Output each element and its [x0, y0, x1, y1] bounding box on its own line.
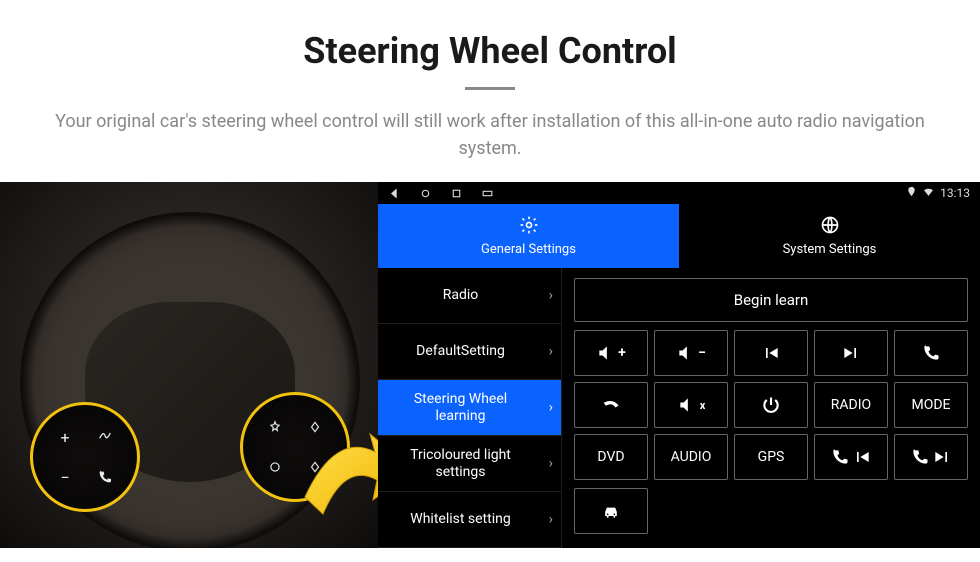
wheel-btn-plus: + [47, 419, 83, 455]
menu-item-steering-wheel-learning[interactable]: Steering Wheel learning › [378, 380, 562, 436]
menu-label: Whitelist setting [410, 511, 510, 528]
func-prev-track[interactable] [734, 330, 808, 376]
func-radio[interactable]: RADIO [814, 382, 888, 428]
page-header: Steering Wheel Control Your original car… [0, 0, 980, 182]
steering-wheel-photo: + − [0, 182, 378, 548]
button-label: RADIO [831, 397, 871, 413]
title-divider [465, 87, 515, 90]
content-row: + − [0, 182, 980, 548]
wheel-btn-circle [257, 449, 293, 485]
wheel-left-cluster: + − [30, 402, 140, 512]
button-label: GPS [758, 449, 785, 465]
next-small-icon [932, 447, 952, 467]
prev-small-icon [852, 447, 872, 467]
menu-item-tricoloured-light[interactable]: Tricoloured light settings › [378, 436, 562, 492]
chevron-right-icon: › [549, 455, 553, 472]
func-hangup[interactable] [574, 382, 648, 428]
tab-general-settings[interactable]: General Settings [378, 204, 679, 268]
menu-item-radio[interactable]: Radio › [378, 268, 562, 324]
wheel-btn-diamond [297, 409, 333, 445]
gps-icon [906, 186, 917, 200]
learn-panel: Begin learn + − [562, 268, 980, 548]
button-label: MODE [912, 397, 951, 413]
wheel-btn-diamond2 [297, 449, 333, 485]
clock: 13:13 [940, 186, 970, 200]
wheel-btn-minus: − [47, 459, 83, 495]
func-phone-prev[interactable] [814, 434, 888, 480]
mute-icon [677, 395, 697, 415]
func-phone-next[interactable] [894, 434, 968, 480]
nav-recents-icon[interactable] [450, 187, 463, 200]
wheel-right-cluster [240, 392, 350, 502]
prev-track-icon [761, 343, 781, 363]
gear-icon [519, 215, 539, 239]
wheel-btn-voice [87, 419, 123, 455]
button-label: DVD [597, 449, 624, 465]
nav-back-icon[interactable] [388, 187, 401, 200]
next-track-icon [841, 343, 861, 363]
func-dvd[interactable]: DVD [574, 434, 648, 480]
page-subtitle: Your original car's steering wheel contr… [40, 108, 940, 162]
phone-icon [921, 343, 941, 363]
menu-label: DefaultSetting [416, 343, 505, 360]
power-icon [761, 395, 781, 415]
chevron-right-icon: › [549, 343, 553, 360]
hangup-icon [601, 395, 621, 415]
func-audio[interactable]: AUDIO [654, 434, 728, 480]
chevron-right-icon: › [549, 399, 553, 416]
func-call[interactable] [894, 330, 968, 376]
tab-system-settings[interactable]: System Settings [679, 204, 980, 268]
func-mode[interactable]: MODE [894, 382, 968, 428]
menu-item-default-setting[interactable]: DefaultSetting › [378, 324, 562, 380]
func-car[interactable] [574, 488, 648, 534]
begin-learn-button[interactable]: Begin learn [574, 278, 968, 322]
func-volume-up[interactable]: + [574, 330, 648, 376]
chevron-right-icon: › [549, 511, 553, 528]
wheel-btn-phone [87, 459, 123, 495]
menu-item-whitelist[interactable]: Whitelist setting › [378, 492, 562, 548]
menu-label: Steering Wheel learning [388, 391, 533, 425]
nav-buttons [388, 187, 494, 200]
function-grid: + − [574, 330, 968, 480]
nav-split-icon[interactable] [481, 187, 494, 200]
wheel-btn-star [257, 409, 293, 445]
func-gps[interactable]: GPS [734, 434, 808, 480]
status-bar: 13:13 [378, 182, 980, 204]
button-label: AUDIO [671, 449, 712, 465]
globe-icon [820, 215, 840, 239]
page-title: Steering Wheel Control [40, 30, 940, 72]
func-power[interactable] [734, 382, 808, 428]
button-label: Begin learn [734, 291, 809, 309]
tab-label: System Settings [783, 242, 877, 257]
wifi-icon [922, 185, 935, 201]
menu-label: Tricoloured light settings [388, 447, 533, 481]
tabs-row: General Settings System Settings [378, 204, 980, 268]
menu-label: Radio [443, 287, 479, 304]
chevron-right-icon: › [549, 287, 553, 304]
car-icon [601, 501, 621, 521]
func-volume-down[interactable]: − [654, 330, 728, 376]
extra-row [574, 488, 968, 534]
func-next-track[interactable] [814, 330, 888, 376]
func-mute[interactable]: x [654, 382, 728, 428]
volume-down-icon [676, 343, 696, 363]
android-headunit-screen: 13:13 General Settings System Settings R… [378, 182, 980, 548]
nav-home-icon[interactable] [419, 187, 432, 200]
tab-label: General Settings [481, 242, 576, 257]
phone-next-icon [910, 447, 930, 467]
main-grid: Radio › DefaultSetting › Steering Wheel … [378, 268, 980, 548]
volume-up-icon [596, 343, 616, 363]
side-menu: Radio › DefaultSetting › Steering Wheel … [378, 268, 562, 548]
phone-prev-icon [830, 447, 850, 467]
